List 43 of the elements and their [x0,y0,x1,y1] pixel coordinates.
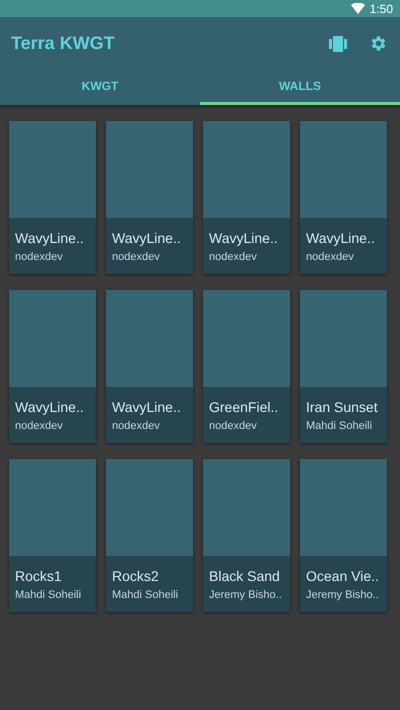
wallpaper-card[interactable]: GreenFiel.. nodexdev [203,290,290,443]
author-name: nodexdev [15,420,64,432]
author-name: nodexdev [112,251,161,263]
author-name: nodexdev [306,251,355,263]
author-name: nodexdev [112,420,161,432]
wallpaper-title: Iran Sunset [306,399,379,415]
wallpaper-card[interactable]: Black Sand Jeremy Bisho.. [203,459,290,612]
clock-time: 1:50 [370,2,393,16]
author-name: nodexdev [15,251,64,263]
wallpaper-title: WavyLine.. [15,399,85,415]
author-name: nodexdev [209,420,258,432]
wallpaper-title: Black Sand [209,568,281,584]
author-name: nodexdev [209,251,258,263]
wifi-icon [350,3,365,14]
wallpaper-card[interactable]: Ocean Vie.. Jeremy Bisho.. [300,459,387,612]
author-name: Mahdi Soheili [112,589,180,601]
wallpaper-title: WavyLine.. [112,399,182,415]
wallpaper-title: WavyLine.. [306,230,376,246]
wallpaper-title: Rocks1 [15,568,63,584]
wallpaper-title: WavyLine.. [15,230,85,246]
wallpaper-card[interactable]: WavyLine.. nodexdev [9,290,96,443]
author-name: Jeremy Bisho.. [306,589,380,601]
wallpaper-title: WavyLine.. [209,230,279,246]
app-title: Terra KWGT [11,33,115,54]
wallpaper-card[interactable]: WavyLine.. nodexdev [203,121,290,274]
wallpaper-card[interactable]: WavyLine.. nodexdev [300,121,387,274]
wallpaper-card[interactable]: Rocks2 Mahdi Soheili [106,459,193,612]
cards-icon[interactable] [329,36,347,52]
wallpaper-title: GreenFiel.. [209,399,280,415]
tab[interactable]: WALLS [200,70,400,105]
wallpaper-card[interactable]: WavyLine.. nodexdev [106,121,193,274]
wallpaper-card[interactable]: Rocks1 Mahdi Soheili [9,459,96,612]
settings-icon[interactable] [369,34,388,53]
wallpaper-card[interactable]: WavyLine.. nodexdev [9,121,96,274]
wallpaper-card[interactable]: Iran Sunset Mahdi Soheili [300,290,387,443]
wallpaper-title: Ocean Vie.. [306,568,380,584]
tab[interactable]: KWGT [0,70,200,105]
wallpaper-title: Rocks2 [112,568,160,584]
wallpaper-title: WavyLine.. [112,230,182,246]
author-name: Jeremy Bisho.. [209,589,283,601]
author-name: Mahdi Soheili [306,420,374,432]
author-name: Mahdi Soheili [15,589,82,601]
wallpaper-card[interactable]: WavyLine.. nodexdev [106,290,193,443]
